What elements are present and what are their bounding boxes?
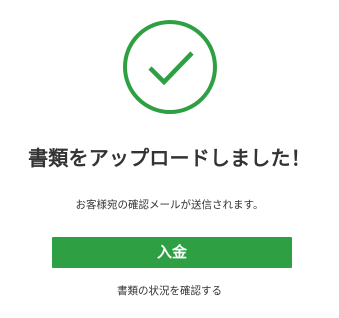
confirmation-message: お客様宛の確認メールが送信されます。 [75,199,264,211]
upload-complete-screen: 書類をアップロードしました！ お客様宛の確認メールが送信されます。 入金 書類の… [0,0,339,318]
deposit-button[interactable]: 入金 [52,237,292,268]
check-circle-icon [122,19,218,115]
page-title: 書類をアップロードしました！ [28,146,311,170]
check-document-status-link[interactable]: 書類の状況を確認する [0,283,339,298]
